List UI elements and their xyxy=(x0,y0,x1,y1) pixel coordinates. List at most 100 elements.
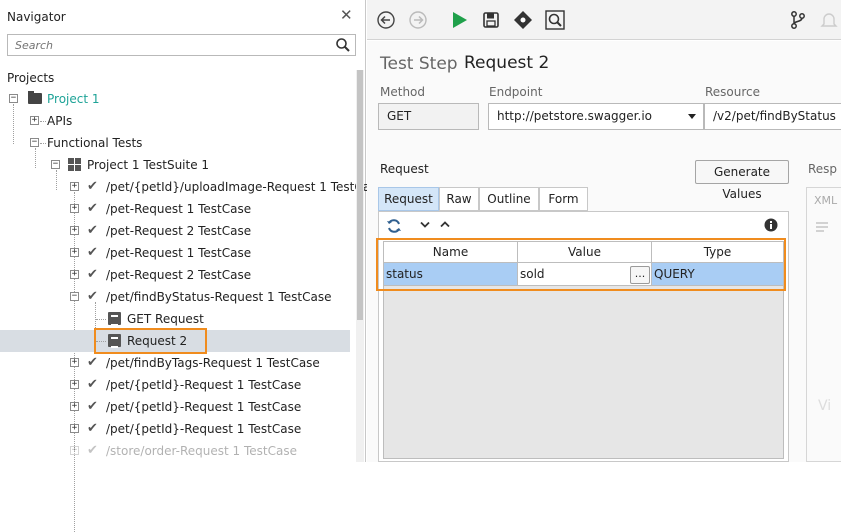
method-field[interactable]: GET xyxy=(378,103,479,130)
endpoint-dropdown[interactable]: http://petstore.swagger.io xyxy=(488,103,704,130)
expand-icon[interactable]: + xyxy=(70,248,79,257)
tree-item-label: APIs xyxy=(47,114,73,128)
tree-item-step[interactable]: GET Request xyxy=(0,308,350,330)
tree-item-label: /pet/{petId}-Request 1 TestCase xyxy=(106,378,302,392)
expand-icon[interactable]: + xyxy=(30,116,39,125)
collapse-icon[interactable]: − xyxy=(51,160,60,169)
expand-icon[interactable]: + xyxy=(70,226,79,235)
check-icon: ✔ xyxy=(87,443,98,458)
tree-item-testcase[interactable]: + ✔ /pet-Request 2 TestCase xyxy=(0,264,350,286)
tree-item-testcase[interactable]: + ✔ /pet-Request 1 TestCase xyxy=(0,198,350,220)
tree-item-testcase[interactable]: + ✔ /pet/{petId}/uploadImage-Request 1 T… xyxy=(0,176,384,198)
check-icon: ✔ xyxy=(87,377,98,392)
tree-item-label: /pet/findByTags-Request 1 TestCase xyxy=(106,356,320,370)
magnifier-icon xyxy=(545,10,565,30)
request-parameters-panel: Name Value Type status sold ... QUERY xyxy=(376,211,789,462)
chevron-up-icon[interactable] xyxy=(440,220,450,228)
tree-item-label: /pet-Request 2 TestCase xyxy=(106,268,252,282)
chevron-down-icon xyxy=(688,114,696,119)
check-icon: ✔ xyxy=(87,223,98,238)
project-name: Project 1 xyxy=(47,92,100,106)
run-button[interactable] xyxy=(448,9,470,31)
search-box xyxy=(7,34,356,56)
expand-icon[interactable]: + xyxy=(70,380,79,389)
check-icon: ✔ xyxy=(87,267,98,282)
forward-button[interactable] xyxy=(407,9,429,31)
expand-icon[interactable]: + xyxy=(70,204,79,213)
expand-icon[interactable]: + xyxy=(70,446,79,455)
forward-icon xyxy=(409,11,427,29)
tree-item-apis[interactable]: + APIs xyxy=(0,110,350,132)
tree-item-suite[interactable]: − Project 1 TestSuite 1 xyxy=(0,154,350,176)
tree-item-testcase[interactable]: + ✔ /store/order-Request 1 TestCase xyxy=(0,440,350,462)
tree-item-testcase[interactable]: − ✔ /pet/findByStatus-Request 1 TestCase xyxy=(0,286,350,308)
check-icon: ✔ xyxy=(87,179,98,194)
tree-item-label: /pet/{petId}-Request 1 TestCase xyxy=(106,422,302,436)
tree-item-testcase[interactable]: + ✔ /pet-Request 2 TestCase xyxy=(0,220,350,242)
highlight-box xyxy=(376,238,786,291)
tab-xml[interactable]: XML xyxy=(814,194,837,207)
tree-item-label: /pet/findByStatus-Request 1 TestCase xyxy=(106,290,332,304)
check-icon: ✔ xyxy=(87,355,98,370)
tree-item-project[interactable]: − Project 1 xyxy=(0,88,350,110)
search-icon[interactable] xyxy=(335,37,351,53)
request-section-label: Request xyxy=(380,162,429,176)
tree-item-label: Functional Tests xyxy=(47,136,143,150)
tree-item-testcase[interactable]: + ✔ /pet/findByTags-Request 1 TestCase xyxy=(0,352,350,374)
endpoint-label: Endpoint xyxy=(489,85,543,99)
expand-icon[interactable]: + xyxy=(70,270,79,279)
tree-item-functional-tests[interactable]: − Functional Tests xyxy=(0,132,350,154)
scrollbar-thumb[interactable] xyxy=(357,70,363,320)
expand-icon[interactable]: + xyxy=(70,358,79,367)
expand-icon[interactable]: + xyxy=(70,182,79,191)
refresh-icon[interactable] xyxy=(386,218,402,234)
collapse-icon[interactable]: − xyxy=(9,94,18,103)
check-icon: ✔ xyxy=(87,399,98,414)
back-button[interactable] xyxy=(375,9,397,31)
tree-item-label: /pet/{petId}-Request 1 TestCase xyxy=(106,400,302,414)
tree-item-label: /pet/{petId}/uploadImage-Request 1 TestC… xyxy=(106,180,384,194)
tree-item-label: /pet-Request 2 TestCase xyxy=(106,224,252,238)
navigator-scrollbar[interactable] xyxy=(356,70,364,462)
test-suite-icon xyxy=(68,158,81,171)
tab-outline[interactable]: Outline xyxy=(479,187,539,211)
bell-icon xyxy=(820,13,838,27)
inspect-button[interactable] xyxy=(544,9,566,31)
check-icon: ✔ xyxy=(87,245,98,260)
tree-item-label: Project 1 TestSuite 1 xyxy=(87,158,210,172)
search-input[interactable] xyxy=(8,35,328,55)
resource-label: Resource xyxy=(705,85,761,99)
tree-item-testcase[interactable]: + ✔ /pet/{petId}-Request 1 TestCase xyxy=(0,418,350,440)
play-icon xyxy=(453,12,467,28)
tree-item-label: GET Request xyxy=(127,312,204,326)
main-toolbar xyxy=(367,0,841,40)
expand-icon[interactable]: + xyxy=(70,424,79,433)
resource-field[interactable]: /v2/pet/findByStatus xyxy=(704,103,841,130)
tab-raw[interactable]: Raw xyxy=(439,187,479,211)
generate-values-button[interactable]: Generate Values xyxy=(695,160,789,201)
highlight-box xyxy=(94,328,207,354)
projects-label: Projects xyxy=(7,71,55,85)
tab-request[interactable]: Request xyxy=(378,187,439,211)
tab-form[interactable]: Form xyxy=(539,187,588,211)
git-button[interactable] xyxy=(787,9,809,31)
chevron-down-icon[interactable] xyxy=(420,221,430,229)
close-icon[interactable]: ✕ xyxy=(340,6,353,24)
tree-item-label: /store/order-Request 1 TestCase xyxy=(106,444,298,458)
tree-item-testcase[interactable]: + ✔ /pet/{petId}-Request 1 TestCase xyxy=(0,396,350,418)
endpoint-tool-button[interactable] xyxy=(512,9,534,31)
lines-icon xyxy=(816,222,828,232)
response-placeholder-text: Vi xyxy=(818,398,832,414)
response-section-label: Resp xyxy=(808,162,838,176)
tree-item-testcase[interactable]: + ✔ /pet-Request 1 TestCase xyxy=(0,242,350,264)
expand-icon[interactable]: + xyxy=(70,402,79,411)
tree-item-testcase[interactable]: + ✔ /pet/{petId}-Request 1 TestCase xyxy=(0,374,350,396)
test-step-name[interactable]: Request 2 xyxy=(464,53,549,73)
request-step-icon xyxy=(108,312,121,326)
collapse-icon[interactable]: − xyxy=(30,138,39,147)
test-step-editor: Test Step Request 2 Method GET Endpoint … xyxy=(367,41,841,462)
collapse-icon[interactable]: − xyxy=(70,292,79,301)
notifications-button[interactable] xyxy=(819,9,839,31)
save-button[interactable] xyxy=(480,9,502,31)
info-icon[interactable] xyxy=(764,218,778,232)
